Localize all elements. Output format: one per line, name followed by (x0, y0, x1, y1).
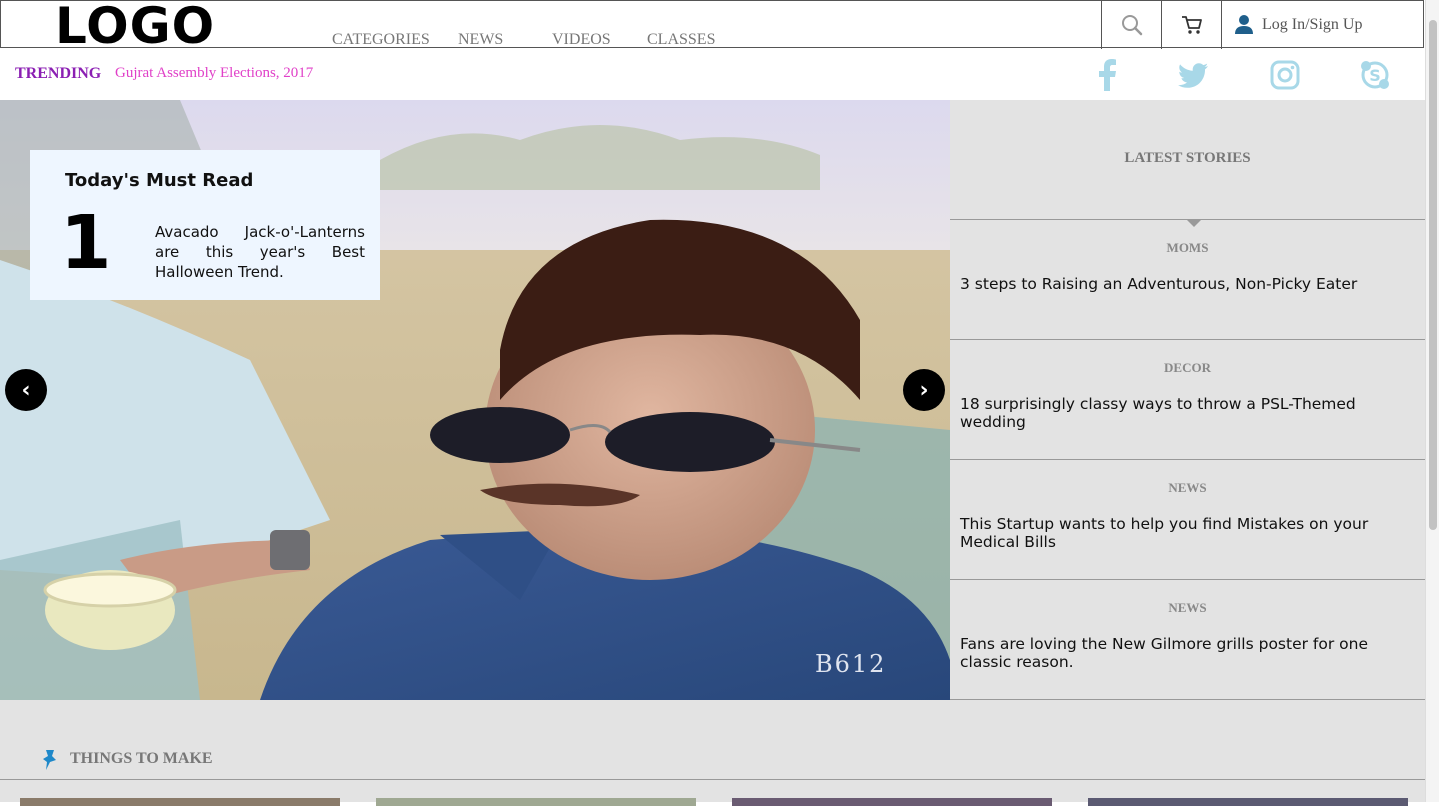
image-watermark: B612 (815, 650, 887, 678)
login-button[interactable]: Log In/Sign Up (1221, 1, 1424, 49)
nav-videos[interactable]: VIDEOS (552, 31, 611, 49)
thumbnail[interactable] (20, 798, 340, 806)
header-bar: LOGO CATEGORIES NEWS VIDEOS CLASSES Log … (0, 0, 1424, 55)
story-item[interactable]: MOMS 3 steps to Raising an Adventurous, … (950, 219, 1425, 339)
story-title[interactable]: This Startup wants to help you find Mist… (960, 515, 1400, 551)
search-icon (1122, 15, 1143, 36)
login-label: Log In/Sign Up (1262, 16, 1363, 33)
instagram-icon[interactable] (1269, 58, 1301, 92)
thumbnail[interactable] (732, 798, 1052, 806)
cart-button[interactable] (1161, 1, 1222, 49)
story-category: MOMS (1166, 240, 1209, 255)
scrollbar[interactable] (1425, 0, 1439, 802)
next-slide-button[interactable]: › (903, 369, 945, 411)
cart-icon (1182, 16, 1202, 34)
trending-topic-link[interactable]: Gujrat Assembly Elections, 2017 (115, 65, 313, 82)
story-title[interactable]: Fans are loving the New Gilmore grills p… (960, 635, 1400, 671)
pin-icon (43, 750, 56, 770)
story-item[interactable]: DECOR 18 surprisingly classy ways to thr… (950, 339, 1425, 459)
story-category: NEWS (1168, 480, 1207, 495)
prev-slide-button[interactable]: ‹ (5, 369, 47, 411)
nav-categories[interactable]: CATEGORIES (332, 31, 430, 49)
trending-label: TRENDING (15, 65, 102, 82)
search-button[interactable] (1101, 1, 1162, 49)
logo[interactable]: LOGO (55, 0, 215, 55)
latest-stories-panel: LATEST STORIES MOMS 3 steps to Raising a… (950, 100, 1425, 700)
skype-icon[interactable]: S (1359, 58, 1391, 92)
must-read-text[interactable]: Avacado Jack-o'-Lanterns are this year's… (155, 222, 365, 282)
must-read-card[interactable]: Today's Must Read 1 Avacado Jack-o'-Lant… (30, 150, 380, 300)
twitter-icon[interactable] (1178, 58, 1210, 92)
latest-stories-title: LATEST STORIES (1124, 150, 1251, 166)
things-to-make-title: THINGS TO MAKE (70, 750, 213, 767)
divider (0, 779, 1425, 780)
things-to-make-section: THINGS TO MAKE (0, 700, 1425, 806)
nav-news[interactable]: NEWS (458, 31, 503, 49)
thumbnail[interactable] (1088, 798, 1408, 806)
nav-classes[interactable]: CLASSES (647, 31, 715, 49)
must-read-number: 1 (60, 200, 112, 286)
user-icon (1235, 15, 1253, 34)
facebook-icon[interactable] (1092, 58, 1124, 92)
story-item[interactable]: NEWS Fans are loving the New Gilmore gri… (950, 579, 1425, 700)
scrollbar-thumb[interactable] (1429, 20, 1437, 530)
story-category: NEWS (1168, 600, 1207, 615)
story-item[interactable]: NEWS This Startup wants to help you find… (950, 459, 1425, 579)
must-read-title: Today's Must Read (65, 170, 254, 191)
story-title[interactable]: 18 surprisingly classy ways to throw a P… (960, 395, 1400, 431)
caret-down-icon (1186, 219, 1202, 227)
story-category: DECOR (1164, 360, 1211, 375)
svg-text:S: S (1369, 66, 1381, 85)
story-title[interactable]: 3 steps to Raising an Adventurous, Non-P… (960, 275, 1400, 293)
thumbnail[interactable] (376, 798, 696, 806)
